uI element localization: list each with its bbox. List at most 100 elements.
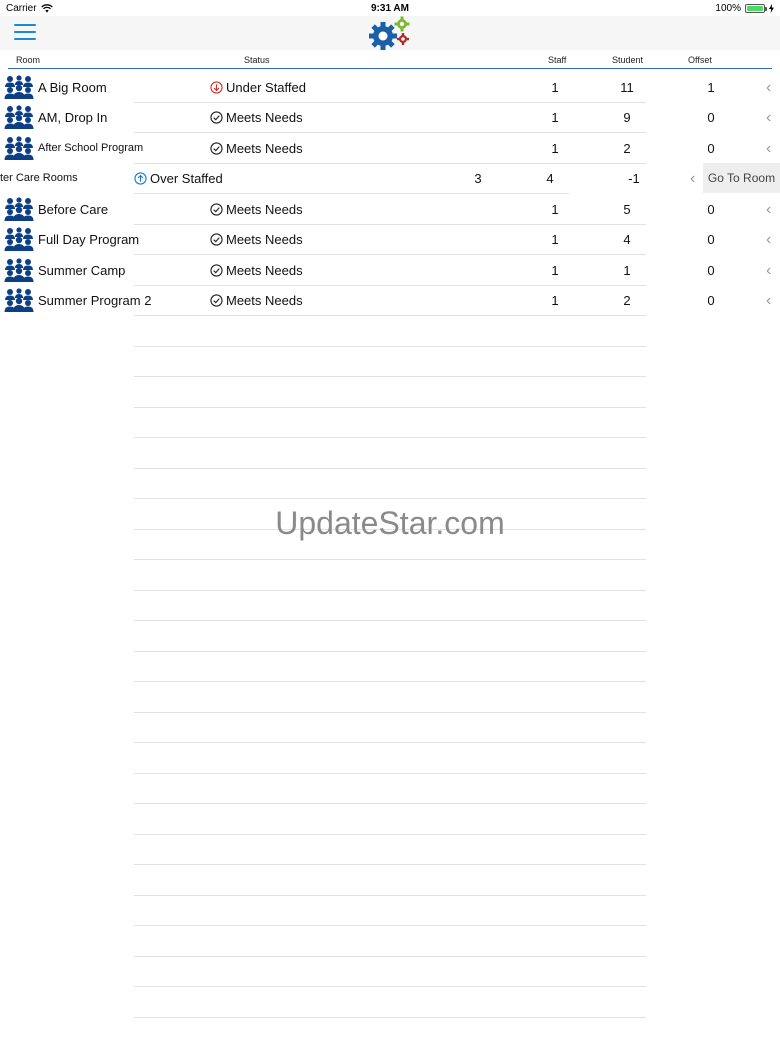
row-divider [134,956,646,957]
row-divider [134,742,646,743]
row-divider [134,590,646,591]
arrow-down-circle-icon [210,81,223,94]
status-cell: Over Staffed [134,171,223,186]
table-row[interactable]: Full Day Program Meets Needs 1 4 0 ‹ [0,224,780,254]
status-cell: Meets Needs [210,202,303,217]
staff-count: 1 [551,232,559,247]
offset-value: 0 [707,202,715,217]
row-divider [134,437,646,438]
chevron-left-icon[interactable]: ‹ [766,109,771,127]
offset-value: 0 [707,141,715,156]
staff-count: 1 [551,141,559,156]
student-count: 4 [546,171,554,186]
go-to-room-button[interactable]: Go To Room [703,163,780,193]
group-people-icon [4,136,34,160]
row-divider [134,620,646,621]
offset-value: -1 [628,171,640,186]
row-divider [134,559,646,560]
table-header: Room Status Staff Student Offset [0,50,780,68]
status-cell: Meets Needs [210,263,303,278]
check-circle-icon [210,233,223,246]
status-cell: Meets Needs [210,293,303,308]
room-name: Full Day Program [38,232,140,247]
row-divider [134,986,646,987]
row-divider [134,834,646,835]
group-people-icon [4,288,34,312]
table-row[interactable]: AM, Drop In Meets Needs 1 9 0 ‹ [0,102,780,132]
staff-count: 1 [551,293,559,308]
check-circle-icon [210,111,223,124]
battery-percent: 100% [715,3,741,14]
table-row[interactable]: Summer Camp Meets Needs 1 1 0 ‹ [0,255,780,285]
room-name: Summer Camp [38,263,126,278]
table-row-swiped[interactable]: ter Care Rooms Over Staffed 3 4 -1 ‹ Go … [0,163,780,193]
group-people-icon [4,197,34,221]
chevron-left-icon[interactable]: ‹ [766,262,771,280]
group-people-icon [4,105,34,129]
row-divider [134,376,646,377]
status-bar-right: 100% [715,3,774,14]
status-label: Over Staffed [150,171,223,186]
row-divider [134,895,646,896]
row-divider [134,468,646,469]
row-divider [134,651,646,652]
status-cell: Meets Needs [210,141,303,156]
student-count: 1 [623,263,631,278]
row-divider [134,803,646,804]
chevron-left-icon[interactable]: ‹ [766,201,771,219]
row-divider [134,864,646,865]
room-name: Before Care [38,202,109,217]
offset-value: 0 [707,110,715,125]
battery-icon [745,4,767,13]
column-header-staff: Staff [548,55,567,65]
row-divider [134,407,646,408]
check-circle-icon [210,142,223,155]
row-divider [134,681,646,682]
status-label: Meets Needs [226,110,303,125]
gears-logo-icon [369,16,410,50]
chevron-left-icon[interactable]: ‹ [766,79,771,97]
staff-count: 1 [551,110,559,125]
table-row[interactable]: Summer Program 2 Meets Needs 1 2 0 ‹ [0,285,780,315]
row-divider [134,1017,646,1018]
status-cell: Under Staffed [210,80,306,95]
status-time: 9:31 AM [371,3,409,14]
status-label: Meets Needs [226,263,303,278]
student-count: 2 [623,141,631,156]
staff-count: 3 [474,171,482,186]
status-bar: Carrier 9:31 AM 100% [0,0,780,16]
room-name: After School Program [38,142,144,154]
room-name: Summer Program 2 [38,293,152,308]
student-count: 11 [620,80,634,95]
row-divider [134,346,646,347]
chevron-left-icon[interactable]: ‹ [690,170,695,188]
offset-value: 1 [707,80,715,95]
status-label: Meets Needs [226,202,303,217]
student-count: 2 [623,293,631,308]
check-circle-icon [210,264,223,277]
status-label: Meets Needs [226,232,303,247]
room-name: A Big Room [38,80,107,95]
table-row[interactable]: After School Program Meets Needs 1 2 0 ‹ [0,133,780,163]
row-divider [134,925,646,926]
group-people-icon [4,227,34,251]
row-divider [134,712,646,713]
table-row[interactable]: A Big Room Under Staffed 1 11 1 ‹ [0,72,780,102]
room-name: AM, Drop In [38,110,108,125]
staff-count: 1 [551,80,559,95]
chevron-left-icon[interactable]: ‹ [766,231,771,249]
row-divider [134,773,646,774]
offset-value: 0 [707,232,715,247]
row-divider [134,315,646,316]
chevron-left-icon[interactable]: ‹ [766,292,771,310]
hamburger-icon[interactable] [14,24,36,42]
offset-value: 0 [707,263,715,278]
status-cell: Meets Needs [210,110,303,125]
staff-count: 1 [551,202,559,217]
chevron-left-icon[interactable]: ‹ [766,140,771,158]
table-row[interactable]: Before Care Meets Needs 1 5 0 ‹ [0,194,780,224]
staff-count: 1 [551,263,559,278]
column-header-student: Student [612,55,644,65]
status-label: Under Staffed [226,80,306,95]
offset-value: 0 [707,293,715,308]
